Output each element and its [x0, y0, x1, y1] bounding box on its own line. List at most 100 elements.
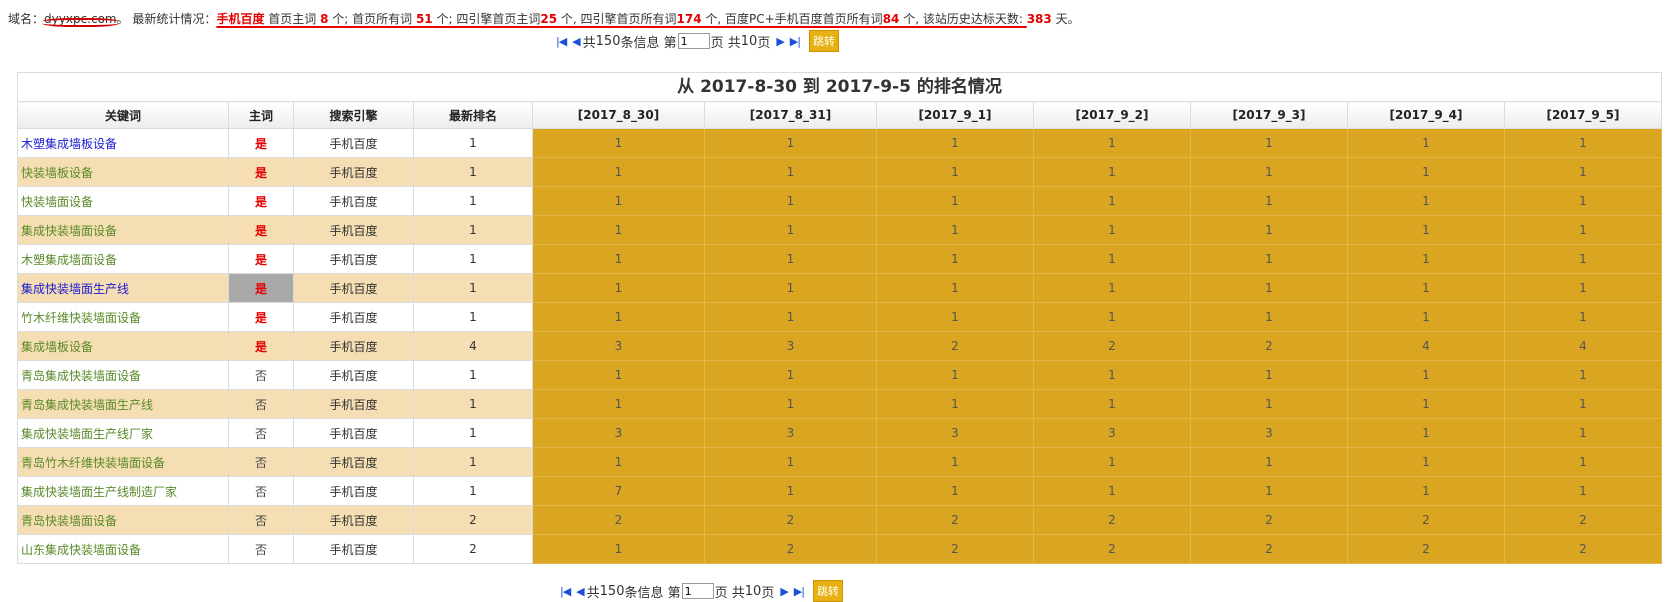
main-word-cell: 是	[228, 331, 294, 361]
keyword-cell: 快装墙板设备	[17, 157, 229, 187]
daily-rank-cell: 1	[704, 157, 877, 187]
stats-text-7: 天。	[1051, 12, 1080, 26]
daily-rank-cell: 1	[1347, 186, 1505, 216]
keyword-cell: 山东集成快装墙面设备	[17, 534, 229, 564]
engine-cell: 手机百度	[293, 157, 414, 187]
header-date-4: [2017_9_2]	[1033, 101, 1191, 129]
engine-cell: 手机百度	[293, 360, 414, 390]
main-word-flag: 否	[254, 368, 267, 383]
last-page-icon[interactable]: ▶|	[790, 35, 801, 48]
table-row: 木塑集成墙板设备是手机百度 1 1 1 1 1 1 1 1	[17, 128, 1662, 158]
keyword-link[interactable]: 青岛集成快装墙面设备	[21, 369, 141, 383]
pager-total: 150	[595, 33, 621, 49]
keyword-link[interactable]: 集成快装墙面生产线制造厂家	[21, 485, 177, 499]
table-row: 竹木纤维快装墙面设备是手机百度 1 1 1 1 1 1 1 1	[17, 302, 1662, 332]
main-word-cell: 否	[228, 447, 294, 477]
keyword-link[interactable]: 集成快装墙面生产线	[21, 282, 129, 296]
daily-rank-cell: 2	[1504, 534, 1662, 564]
engine-cell: 手机百度	[293, 302, 414, 332]
latest-rank-cell: 1	[413, 215, 533, 245]
main-word-flag: 是	[254, 194, 267, 209]
daily-rank-cell: 1	[876, 157, 1034, 187]
latest-rank-cell: 2	[413, 534, 533, 564]
main-word-cell: 否	[228, 360, 294, 390]
daily-rank-cell: 1	[704, 389, 877, 419]
main-word-cell: 是	[228, 186, 294, 216]
daily-rank-cell: 1	[1347, 418, 1505, 448]
prev-page-icon[interactable]: ◀	[576, 585, 585, 598]
daily-rank-cell: 1	[876, 360, 1034, 390]
daily-rank-cell: 1	[1190, 157, 1348, 187]
keyword-link[interactable]: 快装墙面设备	[21, 195, 93, 209]
table-row: 木塑集成墙面设备是手机百度 1 1 1 1 1 1 1 1	[17, 244, 1662, 274]
keyword-link[interactable]: 集成快装墙面生产线厂家	[21, 427, 153, 441]
pager-total-suffix: 条信息 第	[620, 35, 677, 51]
prev-page-icon[interactable]: ◀	[572, 35, 581, 48]
keyword-link[interactable]: 青岛竹木纤维快装墙面设备	[21, 456, 165, 470]
keyword-link[interactable]: 木塑集成墙面设备	[21, 253, 117, 267]
keyword-link[interactable]: 山东集成快装墙面设备	[21, 543, 141, 557]
go-button[interactable]: 跳转	[808, 30, 839, 52]
latest-rank-cell: 1	[413, 244, 533, 274]
redaction-scribble	[42, 18, 119, 27]
next-page-icon[interactable]: ▶	[776, 35, 785, 48]
pager-pages-prefix: 页 共	[714, 585, 745, 601]
table-row: 集成快装墙面设备是手机百度 1 1 1 1 1 1 1 1	[17, 215, 1662, 245]
page-input[interactable]	[677, 33, 710, 49]
stats-all-count: 51	[415, 12, 433, 26]
keyword-link[interactable]: 青岛快装墙面设备	[21, 514, 117, 528]
keyword-link[interactable]: 竹木纤维快装墙面设备	[21, 311, 141, 325]
daily-rank-cell: 2	[532, 505, 705, 535]
daily-rank-cell: 1	[532, 186, 705, 216]
stats-days-count: 383	[1026, 12, 1052, 26]
daily-rank-cell: 1	[532, 273, 705, 303]
daily-rank-cell: 2	[1504, 505, 1662, 535]
keyword-cell: 木塑集成墙板设备	[17, 128, 229, 158]
daily-rank-cell: 1	[532, 447, 705, 477]
pager-total-prefix: 共	[586, 585, 600, 601]
stats-text-5: 个, 百度PC+手机百度首页所有词	[701, 12, 883, 26]
keyword-link[interactable]: 木塑集成墙板设备	[21, 137, 117, 151]
engine-cell: 手机百度	[293, 215, 414, 245]
daily-rank-cell: 4	[1347, 331, 1505, 361]
daily-rank-cell: 1	[532, 389, 705, 419]
keyword-link[interactable]: 青岛集成快装墙面生产线	[21, 398, 153, 412]
daily-rank-cell: 1	[1033, 244, 1191, 274]
first-page-icon[interactable]: |◀	[556, 35, 567, 48]
daily-rank-cell: 1	[1190, 128, 1348, 158]
daily-rank-cell: 1	[1190, 215, 1348, 245]
latest-rank-cell: 1	[413, 476, 533, 506]
stats-text-6: 个, 该站历史达标天数:	[899, 12, 1027, 26]
daily-rank-cell: 1	[1347, 302, 1505, 332]
keyword-link[interactable]: 快装墙板设备	[21, 166, 93, 180]
engine-cell: 手机百度	[293, 273, 414, 303]
keyword-link[interactable]: 集成墙板设备	[21, 340, 93, 354]
keyword-cell: 集成快装墙面生产线	[17, 273, 229, 303]
daily-rank-cell: 1	[1347, 476, 1505, 506]
pager-total-prefix: 共	[582, 35, 596, 51]
main-word-flag: 是	[254, 310, 267, 325]
daily-rank-cell: 1	[1347, 389, 1505, 419]
pager-pages-prefix: 页 共	[710, 35, 741, 51]
latest-rank-cell: 1	[413, 360, 533, 390]
latest-rank-cell: 1	[413, 418, 533, 448]
next-page-icon[interactable]: ▶	[780, 585, 789, 598]
daily-rank-cell: 1	[1504, 389, 1662, 419]
first-page-icon[interactable]: |◀	[560, 585, 571, 598]
daily-rank-cell: 1	[1033, 128, 1191, 158]
engine-cell: 手机百度	[293, 186, 414, 216]
last-page-icon[interactable]: ▶|	[794, 585, 805, 598]
page-input[interactable]	[681, 583, 714, 599]
main-word-cell: 否	[228, 389, 294, 419]
daily-rank-cell: 2	[1347, 534, 1505, 564]
domain-value: dyyxpc.com	[42, 12, 119, 27]
keyword-link[interactable]: 集成快装墙面设备	[21, 224, 117, 238]
stats-pc-mobile-count: 84	[882, 12, 900, 26]
keyword-cell: 木塑集成墙面设备	[17, 244, 229, 274]
daily-rank-cell: 2	[876, 331, 1034, 361]
table-row: 快装墙板设备是手机百度 1 1 1 1 1 1 1 1	[17, 157, 1662, 187]
table-row: 集成墙板设备是手机百度 4 3 3 2 2 2 4 4	[17, 331, 1662, 361]
engine-cell: 手机百度	[293, 389, 414, 419]
daily-rank-cell: 1	[876, 273, 1034, 303]
table-row: 集成快装墙面生产线是手机百度 1 1 1 1 1 1 1 1	[17, 273, 1662, 303]
